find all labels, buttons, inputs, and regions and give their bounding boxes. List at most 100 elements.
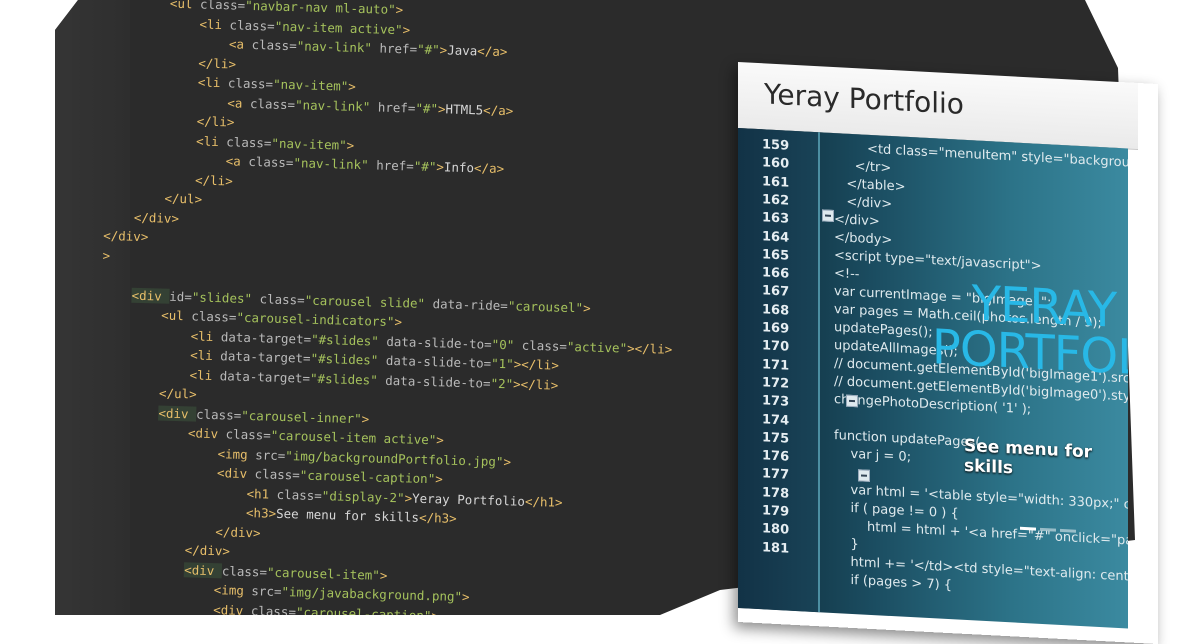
code-token: </li> bbox=[196, 113, 235, 130]
line-number: 166 bbox=[762, 265, 790, 282]
code-token: <ul bbox=[169, 0, 201, 12]
code-token: "carousel slide" bbox=[304, 292, 426, 311]
code-token: </div> bbox=[215, 523, 261, 540]
code-token: class= bbox=[248, 153, 294, 171]
code-lines: <ul class="navbar-nav ml-auto"> <li clas… bbox=[92, 0, 682, 615]
code-token: <div bbox=[131, 287, 170, 304]
line-number: 162 bbox=[762, 192, 790, 209]
carousel-indicators bbox=[1020, 515, 1080, 537]
code-token: data-slide-to= bbox=[377, 372, 491, 391]
code-token: class= bbox=[195, 406, 242, 423]
code-token: Info bbox=[443, 159, 475, 176]
code-token: href= bbox=[371, 40, 418, 57]
fold-collapse-icon bbox=[846, 394, 858, 408]
code-token: <li bbox=[189, 366, 220, 383]
code-token: <img bbox=[213, 582, 252, 599]
code-token: </div> bbox=[184, 542, 231, 559]
code-token: ></li> bbox=[626, 340, 673, 357]
code-token: data-target= bbox=[220, 328, 312, 347]
code-token: "nav-link" bbox=[293, 155, 369, 173]
code-token: > bbox=[348, 78, 357, 94]
code-token: "active" bbox=[566, 338, 628, 356]
code-token: "#" bbox=[413, 158, 437, 175]
line-number: 172 bbox=[762, 375, 790, 392]
hero-title-line-2: PORTFOLI bbox=[931, 319, 1128, 387]
carousel-indicator[interactable] bbox=[1060, 528, 1076, 533]
code-token: "carousel" bbox=[507, 297, 584, 315]
code-token: <div bbox=[184, 561, 223, 578]
code-token: > bbox=[394, 314, 403, 330]
code-token: </li> bbox=[198, 54, 237, 72]
line-number: 163 bbox=[762, 210, 790, 227]
code-token: <li bbox=[190, 347, 221, 364]
code-token: "#slides" bbox=[310, 350, 379, 368]
code-token: <div bbox=[216, 465, 255, 482]
code-token: </li> bbox=[194, 171, 233, 188]
line-number: 161 bbox=[762, 173, 790, 191]
code-token: "1" bbox=[490, 355, 514, 372]
code-token: <a bbox=[227, 94, 251, 111]
line-number: 173 bbox=[762, 393, 790, 410]
code-token: "carousel-indicators" bbox=[236, 309, 395, 330]
code-token: </h3> bbox=[418, 509, 457, 526]
line-number-gutter: 159 160 161 162 163 164 165 166 167 168 169 170 171 1… bbox=[738, 128, 820, 613]
code-token: <li bbox=[195, 132, 227, 149]
browser-preview: Yeray Portfolio 159 160 161 162 163 164 165 166… bbox=[738, 62, 1158, 644]
line-number: 178 bbox=[762, 484, 790, 502]
code-token: data-ride= bbox=[424, 295, 509, 313]
carousel-indicator[interactable] bbox=[1040, 527, 1056, 532]
line-number: 174 bbox=[762, 411, 790, 429]
code-token: <img bbox=[217, 445, 256, 462]
code-token: > bbox=[402, 21, 411, 37]
code-token: class= bbox=[225, 426, 272, 443]
line-number: 177 bbox=[762, 466, 790, 484]
code-token: > bbox=[346, 137, 355, 153]
code-token: > bbox=[503, 453, 512, 469]
code-token: Yeray Portfolio bbox=[411, 490, 526, 509]
code-token: > bbox=[582, 299, 591, 316]
code-token: "img/javabackground.png" bbox=[281, 584, 463, 605]
code-token: "navbar-nav ml-auto" bbox=[244, 0, 396, 17]
code-token: </div> bbox=[133, 209, 180, 226]
code-token: "carousel-item active" bbox=[270, 427, 437, 448]
code-token: <div bbox=[187, 425, 226, 442]
code-token: <a bbox=[228, 36, 252, 52]
fold-collapse-icon bbox=[822, 209, 834, 223]
code-token: <ul bbox=[161, 307, 192, 324]
line-number: 167 bbox=[762, 283, 790, 301]
code-token: <a bbox=[225, 153, 249, 169]
code-token: </ul> bbox=[158, 385, 197, 402]
navbar-brand[interactable]: Yeray Portfolio bbox=[764, 77, 964, 120]
code-token: </a> bbox=[477, 43, 508, 60]
fold-collapse-icon bbox=[858, 469, 870, 482]
code-token: class= bbox=[251, 290, 305, 308]
code-token: class= bbox=[221, 562, 268, 580]
code-token: data-target= bbox=[220, 348, 311, 366]
code-token: href= bbox=[368, 157, 415, 174]
line-number: 175 bbox=[762, 430, 790, 447]
code-token: > bbox=[395, 1, 404, 18]
line-number: 159 bbox=[762, 137, 790, 154]
code-token: </a> bbox=[473, 160, 505, 177]
line-number: 169 bbox=[762, 320, 790, 337]
carousel-indicator[interactable] bbox=[1020, 526, 1036, 531]
line-number: 168 bbox=[762, 301, 790, 319]
code-token: "nav-item active" bbox=[274, 18, 403, 37]
line-number: 179 bbox=[762, 503, 790, 520]
code-token: > bbox=[361, 410, 370, 426]
code-token: <h1 bbox=[246, 485, 277, 502]
code-token: "carousel-caption" bbox=[299, 467, 436, 487]
code-token: ></li> bbox=[513, 356, 560, 373]
code-token: class= bbox=[191, 308, 237, 325]
code-token: data-slide-to= bbox=[378, 333, 492, 352]
carousel-caption-title: YERAY PORTFOLI bbox=[914, 275, 1128, 387]
code-token: "nav-item" bbox=[271, 135, 347, 153]
line-number: 160 bbox=[762, 155, 790, 172]
code-token: class= bbox=[199, 0, 246, 13]
code-token: <div bbox=[213, 601, 252, 615]
code-token: class= bbox=[276, 486, 323, 503]
line-number: 170 bbox=[762, 338, 790, 355]
code-token: "2" bbox=[490, 375, 514, 391]
code-token: See menu for skills bbox=[275, 505, 420, 525]
code-token: class= bbox=[226, 133, 272, 151]
